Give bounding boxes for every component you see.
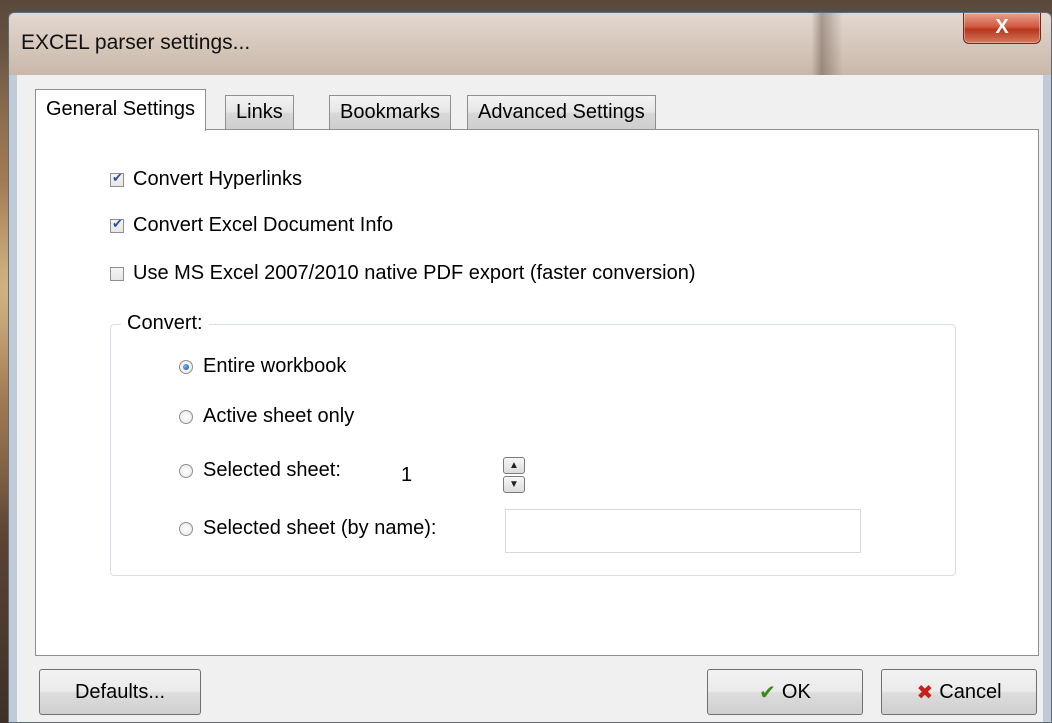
active-sheet-radio[interactable]	[179, 409, 193, 424]
native-pdf-export-checkbox[interactable]	[110, 266, 124, 281]
defaults-button-label: Defaults...	[74, 680, 166, 703]
convert-doc-info-option[interactable]: Convert Excel Document Info	[110, 214, 393, 237]
title-bar[interactable]: EXCEL parser settings... X	[9, 13, 1051, 75]
active-sheet-label: Active sheet only	[203, 405, 355, 427]
convert-doc-info-label: Convert Excel Document Info	[133, 214, 394, 236]
entire-workbook-option[interactable]: Entire workbook	[179, 355, 346, 378]
tab-links[interactable]: Links	[225, 95, 294, 129]
spin-down-button[interactable]: ▼	[503, 476, 525, 493]
ok-button-label: OK	[781, 680, 811, 703]
entire-workbook-label: Entire workbook	[203, 355, 347, 377]
entire-workbook-radio[interactable]	[179, 359, 193, 374]
x-icon: ✖	[916, 681, 934, 704]
spin-up-button[interactable]: ▲	[503, 457, 525, 474]
dialog-window: EXCEL parser settings... X General Setti…	[8, 12, 1052, 723]
dialog-client-area: General Settings Links Bookmarks Advance…	[17, 75, 1043, 722]
native-pdf-export-option[interactable]: Use MS Excel 2007/2010 native PDF export…	[110, 262, 695, 285]
native-pdf-export-label: Use MS Excel 2007/2010 native PDF export…	[133, 262, 696, 284]
arrow-up-icon: ▲	[509, 460, 519, 471]
close-button[interactable]: X	[963, 13, 1041, 44]
tab-label: Advanced Settings	[478, 101, 645, 123]
convert-hyperlinks-label: Convert Hyperlinks	[133, 168, 302, 190]
selected-sheet-by-name-option[interactable]: Selected sheet (by name):	[179, 517, 436, 540]
arrow-down-icon: ▼	[509, 479, 519, 490]
selected-sheet-option[interactable]: Selected sheet:	[179, 459, 341, 482]
selected-sheet-label: Selected sheet:	[203, 459, 341, 481]
tab-label: Bookmarks	[340, 101, 441, 123]
tab-bookmarks[interactable]: Bookmarks	[329, 95, 452, 129]
tab-general-settings[interactable]: General Settings	[35, 89, 206, 131]
convert-groupbox: Convert: Entire workbook Active sheet on…	[110, 312, 956, 576]
convert-hyperlinks-option[interactable]: Convert Hyperlinks	[110, 168, 302, 191]
tab-label: Links	[236, 101, 283, 123]
sheet-name-field[interactable]	[505, 509, 861, 553]
check-icon: ✔	[759, 681, 776, 704]
convert-group-legend: Convert:	[121, 312, 209, 335]
convert-hyperlinks-checkbox[interactable]	[110, 170, 124, 187]
cancel-button-label: Cancel	[939, 680, 1002, 703]
ok-button[interactable]: ✔ OK	[707, 669, 863, 715]
selected-sheet-by-name-label: Selected sheet (by name):	[203, 517, 437, 539]
general-settings-panel: Convert Hyperlinks Convert Excel Documen…	[35, 129, 1039, 656]
convert-doc-info-checkbox[interactable]	[110, 216, 124, 233]
active-sheet-option[interactable]: Active sheet only	[179, 405, 354, 428]
tab-advanced-settings[interactable]: Advanced Settings	[467, 95, 656, 129]
selected-sheet-by-name-radio[interactable]	[179, 521, 193, 536]
defaults-button[interactable]: Defaults...	[39, 669, 201, 715]
tab-label: General Settings	[46, 98, 195, 120]
cancel-button[interactable]: ✖ Cancel	[881, 669, 1037, 715]
window-title: EXCEL parser settings...	[21, 31, 251, 54]
close-icon: X	[995, 16, 1009, 38]
selected-sheet-radio[interactable]	[179, 463, 193, 478]
sheet-number-spinner[interactable]: ▲ ▼	[503, 457, 525, 493]
